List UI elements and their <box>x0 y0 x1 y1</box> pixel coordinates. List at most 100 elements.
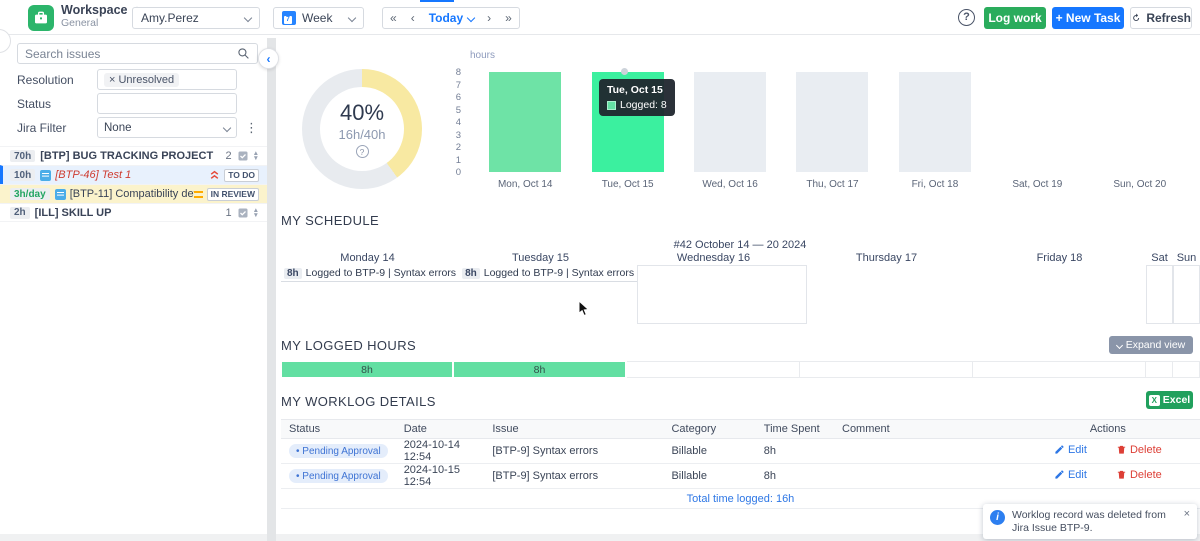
refresh-button[interactable]: Refresh <box>1130 7 1192 29</box>
export-excel-button[interactable]: X Excel <box>1146 391 1193 409</box>
progress-donut-chart: 40% 16h/40h ? <box>302 69 422 189</box>
schedule-cell-sunday[interactable] <box>1173 265 1200 324</box>
day-bar[interactable] <box>899 72 971 172</box>
time-estimate-chip: 10h <box>10 169 35 181</box>
schedule-cell-thursday[interactable] <box>807 265 977 324</box>
delete-button[interactable]: Delete <box>1116 469 1162 481</box>
edit-button[interactable]: Edit <box>1054 469 1087 481</box>
toast-message: Worklog record was deleted from Jira Iss… <box>1012 509 1175 534</box>
today-caret-icon[interactable] <box>466 8 480 28</box>
y-tick: 6 <box>433 92 461 103</box>
user-select[interactable]: Amy.Perez <box>132 7 260 29</box>
time-estimate-chip: 2h <box>10 207 30 219</box>
sidebar: Resolution × Unresolved Status Jira Filt… <box>0 35 267 541</box>
logged-hours-segment[interactable] <box>1173 361 1200 378</box>
schedule-cell-tuesday[interactable]: 8h Logged to BTP-9 | Syntax errors <box>459 265 637 324</box>
mouse-cursor <box>578 300 590 317</box>
schedule-headers: Monday 14 Tuesday 15 Wednesday 16 Thursd… <box>281 252 1200 264</box>
excel-icon: X <box>1149 395 1160 406</box>
search-input[interactable] <box>25 47 237 61</box>
worklog-title: MY WORKLOG DETAILS <box>281 394 436 409</box>
tooltip-value: Logged: 8 <box>620 99 667 111</box>
sidebar-collapse-button[interactable]: ‹ <box>258 48 279 69</box>
issue-row-project-ill[interactable]: 2h [ILL] SKILL UP 1 ▲▼ <box>0 203 267 222</box>
workspace-switcher[interactable]: Workspace General <box>61 4 127 30</box>
worklog-entry[interactable]: 8h Logged to BTP-9 | Syntax errors <box>459 265 637 282</box>
logged-hours-segment[interactable]: 8h <box>281 361 454 378</box>
issue-row-btp-11[interactable]: 3h/day [BTP-11] Compatibility defects IN… <box>0 184 267 203</box>
y-axis-label: hours <box>470 50 495 61</box>
browser-tab-indicator <box>420 0 454 2</box>
day-bar[interactable] <box>694 72 766 172</box>
chevron-down-icon <box>223 123 231 131</box>
panel-divider[interactable] <box>267 38 276 541</box>
resolution-field[interactable]: × Unresolved <box>97 69 237 90</box>
checkbox-icon[interactable] <box>237 207 249 219</box>
resolution-label: Resolution <box>17 73 74 87</box>
issue-count: 1 <box>225 207 231 219</box>
schedule-cell-monday[interactable]: 8h Logged to BTP-9 | Syntax errors <box>281 265 459 324</box>
task-type-icon <box>55 189 66 200</box>
refresh-icon <box>1131 12 1141 24</box>
week-label: #42 October 14 — 20 2024 <box>674 239 807 251</box>
briefcase-icon <box>33 10 49 26</box>
logged-hours-segment[interactable] <box>1146 361 1173 378</box>
nav-last-button[interactable]: » <box>498 8 519 28</box>
logged-hours-segment[interactable]: 8h <box>454 361 627 378</box>
logged-hours-segment[interactable] <box>973 361 1146 378</box>
priority-highest-icon <box>209 170 220 180</box>
y-tick: 7 <box>433 80 461 91</box>
schedule-cell-saturday[interactable] <box>1146 265 1173 324</box>
more-menu-icon[interactable]: ⋮ <box>245 120 258 136</box>
trash-icon <box>1116 444 1127 455</box>
worklog-table: Status Date Issue Category Time Spent Co… <box>281 419 1200 509</box>
expand-view-button[interactable]: Expand view <box>1109 336 1193 354</box>
period-select[interactable]: 7 Week <box>273 7 364 29</box>
schedule-title: MY SCHEDULE <box>281 213 379 228</box>
date-navigation: « ‹ Today › » <box>382 7 520 29</box>
donut-help-icon[interactable]: ? <box>356 145 369 158</box>
trash-icon <box>1116 469 1127 480</box>
logged-hours-segment[interactable] <box>800 361 973 378</box>
edit-button[interactable]: Edit <box>1054 444 1087 456</box>
status-field[interactable] <box>97 93 237 114</box>
day-header: Sat <box>1146 252 1173 264</box>
worklog-entry[interactable]: 8h Logged to BTP-9 | Syntax errors <box>281 265 459 282</box>
day-header: Friday 18 <box>973 252 1146 264</box>
table-row: • Pending Approval 2024-10-14 12:54 [BTP… <box>281 439 1200 464</box>
schedule-cell-friday[interactable] <box>976 265 1146 324</box>
schedule-cell-wednesday-today[interactable] <box>637 265 807 324</box>
nav-first-button[interactable]: « <box>383 8 404 28</box>
x-tick-label: Sun, Oct 20 <box>1113 179 1166 190</box>
jira-filter-value: None <box>104 122 132 134</box>
new-task-button[interactable]: + New Task <box>1052 7 1124 29</box>
help-icon[interactable]: ? <box>958 9 975 26</box>
search-box[interactable] <box>17 43 258 64</box>
status-badge: • Pending Approval <box>289 469 388 483</box>
delete-button[interactable]: Delete <box>1116 444 1162 456</box>
status-label: Status <box>17 97 51 111</box>
close-icon[interactable]: × <box>1184 509 1190 519</box>
sort-handle-icon[interactable]: ▲▼ <box>253 208 259 218</box>
nav-next-button[interactable]: › <box>480 8 498 28</box>
resolution-chip[interactable]: × Unresolved <box>104 73 179 87</box>
workspace-app-icon[interactable] <box>28 5 54 31</box>
logged-hours-bar: 8h8h <box>281 361 1200 378</box>
nav-prev-button[interactable]: ‹ <box>404 8 422 28</box>
issue-row-btp-46[interactable]: 10h [BTP-46] Test 1 TO DO <box>0 165 267 184</box>
pencil-icon <box>1054 444 1065 455</box>
today-button[interactable]: Today <box>422 8 466 28</box>
log-work-button[interactable]: Log work <box>984 7 1046 29</box>
checkbox-icon[interactable] <box>237 150 249 162</box>
day-header: Thursday 17 <box>800 252 973 264</box>
sort-handle-icon[interactable]: ▲▼ <box>253 151 259 161</box>
search-icon <box>237 47 250 60</box>
status-badge: TO DO <box>224 169 259 182</box>
x-tick-label: Sat, Oct 19 <box>1012 179 1062 190</box>
refresh-label: Refresh <box>1146 11 1191 25</box>
day-bar[interactable] <box>796 72 868 172</box>
jira-filter-select[interactable]: None <box>97 117 237 138</box>
logged-hours-segment[interactable] <box>627 361 800 378</box>
day-bar[interactable] <box>489 72 561 172</box>
issue-row-project-btp[interactable]: 70h [BTP] BUG TRACKING PROJECT 2 ▲▼ <box>0 146 267 165</box>
